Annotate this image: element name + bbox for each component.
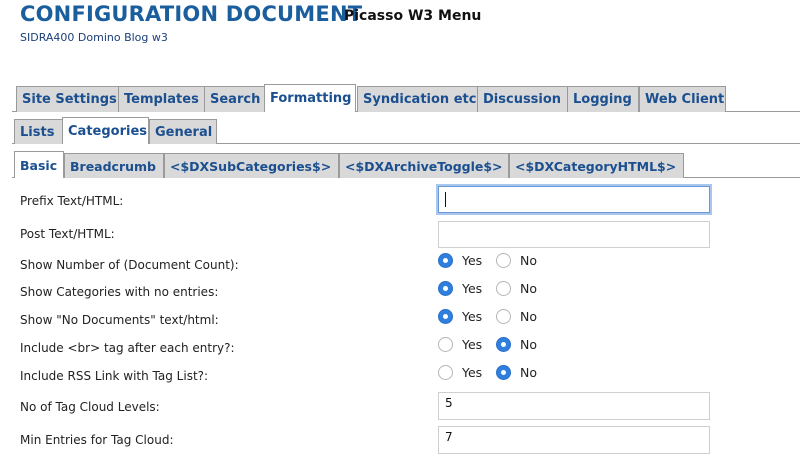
cloud-levels-label: No of Tag Cloud Levels: xyxy=(20,400,160,414)
text-caret xyxy=(445,192,446,207)
tertiary-tab-bar: Basic Breadcrumb <$DXSubCategories$> <$D… xyxy=(12,151,800,178)
tab-dx-category-html[interactable]: <$DXCategoryHTML$> xyxy=(509,153,684,178)
radio-selected-icon[interactable] xyxy=(438,308,453,324)
include-rss-radio-group: Yes No xyxy=(438,361,537,383)
tab-breadcrumb[interactable]: Breadcrumb xyxy=(64,153,164,178)
cloud-levels-value: 5 xyxy=(445,396,453,410)
min-entries-input[interactable]: 7 xyxy=(438,426,710,454)
prefix-label: Prefix Text/HTML: xyxy=(20,194,124,208)
radio-unselected-icon[interactable] xyxy=(496,280,511,296)
tab-dx-subcategories[interactable]: <$DXSubCategories$> xyxy=(164,153,339,178)
radio-yes-label: Yes xyxy=(462,308,483,324)
radio-no-label: No xyxy=(520,308,537,324)
page-title: CONFIGURATION DOCUMENT xyxy=(20,2,363,26)
post-input[interactable] xyxy=(438,221,710,248)
include-br-yes[interactable]: Yes xyxy=(438,336,496,352)
tab-categories[interactable]: Categories xyxy=(62,117,149,144)
radio-selected-icon[interactable] xyxy=(438,252,453,268)
tab-formatting[interactable]: Formatting xyxy=(264,84,356,112)
radio-yes-label: Yes xyxy=(462,336,483,352)
include-rss-label: Include RSS Link with Tag List?: xyxy=(20,369,209,383)
show-count-no[interactable]: No xyxy=(496,252,537,268)
radio-yes-label: Yes xyxy=(462,364,483,380)
show-empty-radio-group: Yes No xyxy=(438,277,537,299)
show-nodocs-yes[interactable]: Yes xyxy=(438,308,496,324)
radio-no-label: No xyxy=(520,252,537,268)
cloud-levels-input[interactable]: 5 xyxy=(438,392,710,420)
radio-unselected-icon[interactable] xyxy=(496,252,511,268)
primary-tab-bar: Site Settings Templates Search Formattin… xyxy=(12,84,800,112)
tab-logging[interactable]: Logging xyxy=(567,86,639,112)
radio-no-label: No xyxy=(520,364,537,380)
show-nodocs-no[interactable]: No xyxy=(496,308,537,324)
tab-syndication[interactable]: Syndication etc xyxy=(357,86,481,112)
show-empty-yes[interactable]: Yes xyxy=(438,280,496,296)
tab-web-client[interactable]: Web Client xyxy=(639,86,726,112)
radio-yes-label: Yes xyxy=(462,280,483,296)
radio-no-label: No xyxy=(520,336,537,352)
show-count-yes[interactable]: Yes xyxy=(438,252,496,268)
menu-name: Picasso W3 Menu xyxy=(344,8,482,24)
post-label: Post Text/HTML: xyxy=(20,227,115,241)
tab-lists[interactable]: Lists xyxy=(14,119,64,144)
include-br-radio-group: Yes No xyxy=(438,333,537,355)
tab-basic[interactable]: Basic xyxy=(14,151,64,178)
include-br-label: Include <br> tag after each entry?: xyxy=(20,341,235,355)
radio-unselected-icon[interactable] xyxy=(496,308,511,324)
show-count-label: Show Number of (Document Count): xyxy=(20,258,239,272)
tab-dx-archive-toggle[interactable]: <$DXArchiveToggle$> xyxy=(339,153,509,178)
tab-discussion[interactable]: Discussion xyxy=(477,86,571,112)
min-entries-value: 7 xyxy=(445,430,453,444)
include-br-no[interactable]: No xyxy=(496,336,537,352)
show-empty-label: Show Categories with no entries: xyxy=(20,285,219,299)
secondary-tab-bar: Lists Categories General xyxy=(12,117,800,144)
radio-selected-icon[interactable] xyxy=(496,336,511,352)
show-count-radio-group: Yes No xyxy=(438,249,537,271)
show-nodocs-label: Show "No Documents" text/html: xyxy=(20,313,219,327)
tab-site-settings[interactable]: Site Settings xyxy=(16,86,125,112)
page-subtitle: SIDRA400 Domino Blog w3 xyxy=(20,31,168,44)
include-rss-yes[interactable]: Yes xyxy=(438,364,496,380)
radio-selected-icon[interactable] xyxy=(438,280,453,296)
show-nodocs-radio-group: Yes No xyxy=(438,305,537,327)
prefix-input[interactable] xyxy=(438,186,710,213)
tab-general[interactable]: General xyxy=(149,119,217,144)
radio-yes-label: Yes xyxy=(462,252,483,268)
radio-unselected-icon[interactable] xyxy=(438,364,453,380)
radio-no-label: No xyxy=(520,280,537,296)
radio-unselected-icon[interactable] xyxy=(438,336,453,352)
show-empty-no[interactable]: No xyxy=(496,280,537,296)
tab-templates[interactable]: Templates xyxy=(118,86,210,112)
min-entries-label: Min Entries for Tag Cloud: xyxy=(20,433,174,447)
radio-selected-icon[interactable] xyxy=(496,364,511,380)
include-rss-no[interactable]: No xyxy=(496,364,537,380)
tab-search[interactable]: Search xyxy=(204,86,268,112)
